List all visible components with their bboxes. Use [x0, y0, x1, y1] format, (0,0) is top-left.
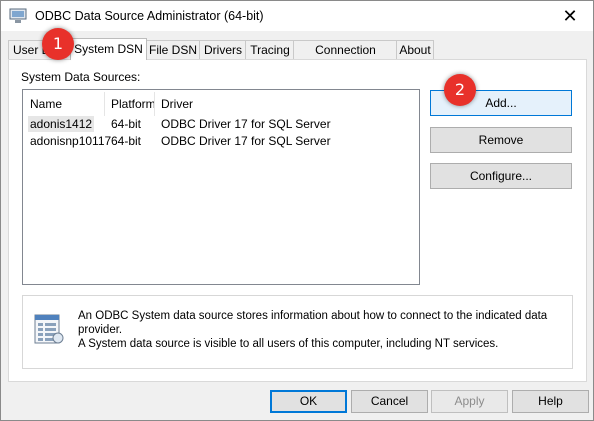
- dsn-name: adonisnp10117: [30, 134, 112, 148]
- apply-button[interactable]: Apply: [431, 390, 508, 413]
- column-divider[interactable]: [104, 92, 105, 116]
- info-line-2: A System data source is visible to all u…: [78, 338, 499, 350]
- data-sources-list[interactable]: Name Platform Driver adonis1412 64-bit O…: [22, 89, 420, 285]
- dsn-platform: 64-bit: [111, 134, 142, 148]
- configure-button[interactable]: Configure...: [430, 163, 572, 189]
- column-header-name[interactable]: Name: [30, 97, 62, 111]
- tab-system-dsn[interactable]: System DSN: [70, 38, 147, 60]
- dsn-platform: 64-bit: [111, 117, 142, 131]
- step-badge-2: 2: [444, 74, 476, 106]
- column-header-driver[interactable]: Driver: [161, 97, 193, 111]
- data-source-info-icon: [34, 314, 64, 344]
- tab-connection-pooling[interactable]: Connection Pooling: [293, 40, 398, 75]
- info-text: An ODBC System data source stores inform…: [78, 309, 568, 351]
- tab-about[interactable]: About: [396, 40, 434, 59]
- dsn-driver: ODBC Driver 17 for SQL Server: [161, 117, 331, 131]
- remove-button[interactable]: Remove: [430, 127, 572, 153]
- tab-drivers[interactable]: Drivers: [199, 40, 247, 59]
- column-header-platform[interactable]: Platform: [111, 97, 156, 111]
- ok-button[interactable]: OK: [270, 390, 347, 413]
- title-bar: ODBC Data Source Administrator (64-bit) …: [1, 1, 593, 31]
- tab-file-dsn[interactable]: File DSN: [145, 40, 201, 59]
- close-icon[interactable]: ✕: [547, 1, 593, 31]
- tab-tracing[interactable]: Tracing: [245, 40, 295, 59]
- step-badge-1: 1: [42, 28, 74, 60]
- system-data-sources-label: System Data Sources:: [21, 70, 141, 84]
- dsn-name: adonis1412: [28, 116, 95, 132]
- table-row[interactable]: adonis1412 64-bit ODBC Driver 17 for SQL…: [23, 116, 419, 132]
- info-box: An ODBC System data source stores inform…: [22, 295, 573, 369]
- column-divider[interactable]: [154, 92, 155, 116]
- dsn-driver: ODBC Driver 17 for SQL Server: [161, 134, 331, 148]
- window-title: ODBC Data Source Administrator (64-bit): [35, 9, 264, 23]
- odbc-app-icon: [9, 8, 27, 23]
- tab-strip: User DSN System DSN File DSN Drivers Tra…: [8, 38, 588, 75]
- help-button[interactable]: Help: [512, 390, 589, 413]
- info-line-1: An ODBC System data source stores inform…: [78, 310, 548, 336]
- cancel-button[interactable]: Cancel: [351, 390, 428, 413]
- table-row[interactable]: adonisnp10117 64-bit ODBC Driver 17 for …: [23, 133, 419, 149]
